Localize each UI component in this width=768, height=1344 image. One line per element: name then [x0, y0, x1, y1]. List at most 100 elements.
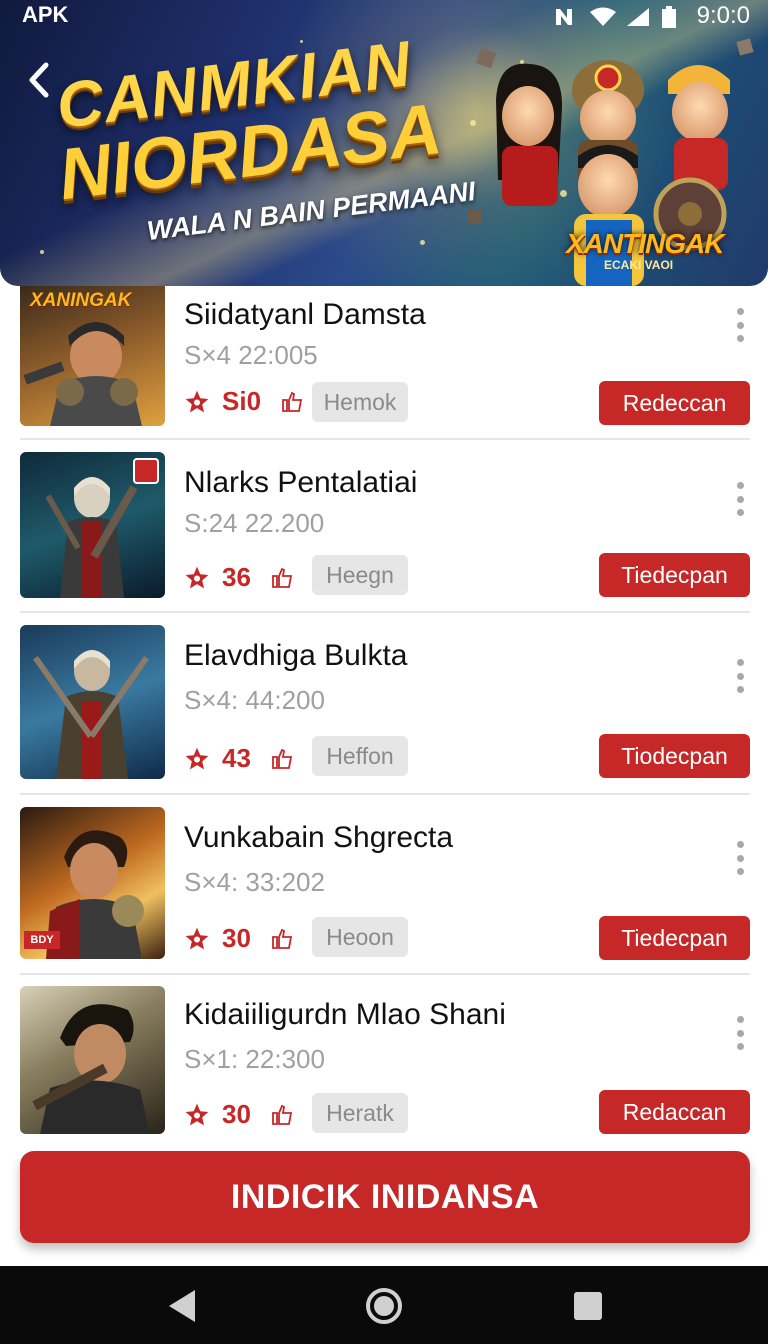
nav-home-icon — [366, 1288, 402, 1324]
more-vertical-icon — [736, 321, 744, 329]
thumbs-up-icon — [282, 391, 303, 412]
more-vertical-icon — [736, 509, 744, 516]
game-title: Nlarks Pentalatiai — [184, 466, 418, 499]
star-icon — [185, 927, 209, 949]
divider — [20, 973, 750, 975]
rating-value: 43 — [222, 743, 251, 773]
thumbnail-badge: BDY — [24, 931, 60, 949]
nav-back-button[interactable] — [160, 1284, 204, 1328]
thumbnail-label: XANINGAK — [30, 290, 132, 311]
rating-value: 30 — [222, 1099, 251, 1129]
rating-value: 36 — [222, 562, 251, 592]
star-icon — [185, 566, 209, 588]
game-thumbnail[interactable]: BDY — [20, 807, 165, 959]
nav-back-icon — [169, 1290, 195, 1322]
list-item[interactable]: Kidaiiligurdn Mlao Shani S×1: 22:300 30 … — [20, 986, 750, 1136]
back-arrow-icon — [29, 62, 49, 98]
hero-banner[interactable]: APK 9:0:0 CANMKIAN NIORDASA WALA N BAIN … — [0, 0, 768, 286]
more-options-button[interactable] — [734, 1016, 746, 1050]
app-screen: APK 9:0:0 CANMKIAN NIORDASA WALA N BAIN … — [0, 0, 768, 1344]
thumbs-up-icon — [272, 1104, 293, 1125]
more-vertical-icon — [736, 841, 744, 848]
more-vertical-icon — [736, 659, 744, 666]
more-vertical-icon — [736, 1043, 744, 1050]
banner-game-logo: XANTINGAK — [566, 228, 724, 259]
nav-recents-icon — [574, 1292, 602, 1320]
game-meta: S×1: 22:300 — [184, 1044, 325, 1074]
more-options-button[interactable] — [734, 659, 746, 693]
game-thumbnail[interactable] — [20, 452, 165, 598]
list-item[interactable]: Elavdhiga Bulkta S×4: 44:200 43 Heffon T… — [20, 625, 750, 795]
primary-cta-button[interactable]: INDICIK INIDANSA — [20, 1151, 750, 1243]
divider — [20, 438, 750, 440]
more-vertical-icon — [736, 686, 744, 693]
redeem-button[interactable]: Tiedecpan — [599, 553, 750, 597]
game-meta: S×4: 33:202 — [184, 867, 325, 897]
more-options-button[interactable] — [734, 841, 746, 875]
game-title: Kidaiiligurdn Mlao Shani — [184, 998, 506, 1031]
divider — [20, 793, 750, 795]
carrier-label: APK — [22, 2, 69, 27]
game-thumbnail[interactable] — [20, 625, 165, 779]
sparkle — [420, 240, 425, 245]
genre-tag: Heoon — [312, 917, 408, 957]
rating-group: 30 — [184, 923, 293, 954]
back-button[interactable] — [18, 58, 58, 102]
redeem-button[interactable]: Tiedecpan — [599, 916, 750, 960]
thumbs-up-icon — [272, 748, 293, 769]
more-vertical-icon — [736, 672, 744, 680]
rating-group: 36 — [184, 562, 293, 593]
more-vertical-icon — [736, 1029, 744, 1037]
genre-tag: Heffon — [312, 736, 408, 776]
genre-tag: Heratk — [312, 1093, 408, 1133]
game-title: Elavdhiga Bulkta — [184, 639, 408, 672]
game-title: Siidatyanl Damsta — [184, 298, 426, 331]
genre-tag: Hemok — [312, 382, 408, 422]
rating-value: Si0 — [222, 386, 262, 416]
game-meta: S:24 22.200 — [184, 508, 325, 538]
system-nav-bar — [0, 1266, 768, 1344]
list-item[interactable]: BDY Vunkabain Shgrecta S×4: 33:202 30 He… — [20, 807, 750, 975]
redeem-button[interactable]: Redaccan — [599, 1090, 750, 1134]
game-meta: S×4: 44:200 — [184, 685, 325, 715]
rating-value: 30 — [222, 923, 251, 953]
thumbs-up-icon — [272, 928, 293, 949]
list-item[interactable]: Nlarks Pentalatiai S:24 22.200 36 Heegn … — [20, 452, 750, 613]
more-vertical-icon — [736, 335, 744, 342]
more-vertical-icon — [736, 868, 744, 875]
more-options-button[interactable] — [734, 482, 746, 516]
badge-icon — [133, 458, 159, 484]
divider — [20, 611, 750, 613]
status-bar: APK 9:0:0 — [0, 0, 768, 30]
game-thumbnail[interactable]: XANINGAK — [20, 286, 165, 426]
game-meta: S×4 22:005 — [184, 340, 318, 370]
genre-tag: Heegn — [312, 555, 408, 595]
star-icon — [185, 1103, 209, 1125]
star-icon — [185, 390, 209, 412]
game-thumbnail[interactable] — [20, 986, 165, 1134]
nav-recents-button[interactable] — [566, 1284, 610, 1328]
nfc-icon — [553, 6, 575, 26]
game-title: Vunkabain Shgrecta — [184, 821, 454, 854]
more-vertical-icon — [736, 495, 744, 503]
rating-group: 30 — [184, 1099, 293, 1130]
sparkle — [40, 250, 44, 254]
star-icon — [185, 747, 209, 769]
rating-group: 43 — [184, 743, 293, 774]
redeem-button[interactable]: Tiodecpan — [599, 734, 750, 778]
clock: 9:0:0 — [696, 2, 750, 29]
wifi-icon — [589, 6, 616, 26]
list-item[interactable]: XANINGAK Siidatyanl Damsta S×4 22:005 Si… — [20, 286, 750, 440]
redeem-button[interactable]: Redeccan — [599, 381, 750, 425]
more-vertical-icon — [736, 308, 744, 315]
banner-game-logo-subtitle: ECAKI VAOI — [604, 258, 674, 272]
signal-icon — [625, 6, 649, 26]
thumbs-up-icon — [272, 567, 293, 588]
rating-group: Si0 — [184, 386, 303, 417]
more-vertical-icon — [736, 482, 744, 489]
nav-home-button[interactable] — [362, 1284, 406, 1328]
battery-icon — [661, 6, 683, 28]
more-vertical-icon — [736, 1016, 744, 1023]
more-vertical-icon — [736, 854, 744, 862]
more-options-button[interactable] — [734, 308, 746, 342]
